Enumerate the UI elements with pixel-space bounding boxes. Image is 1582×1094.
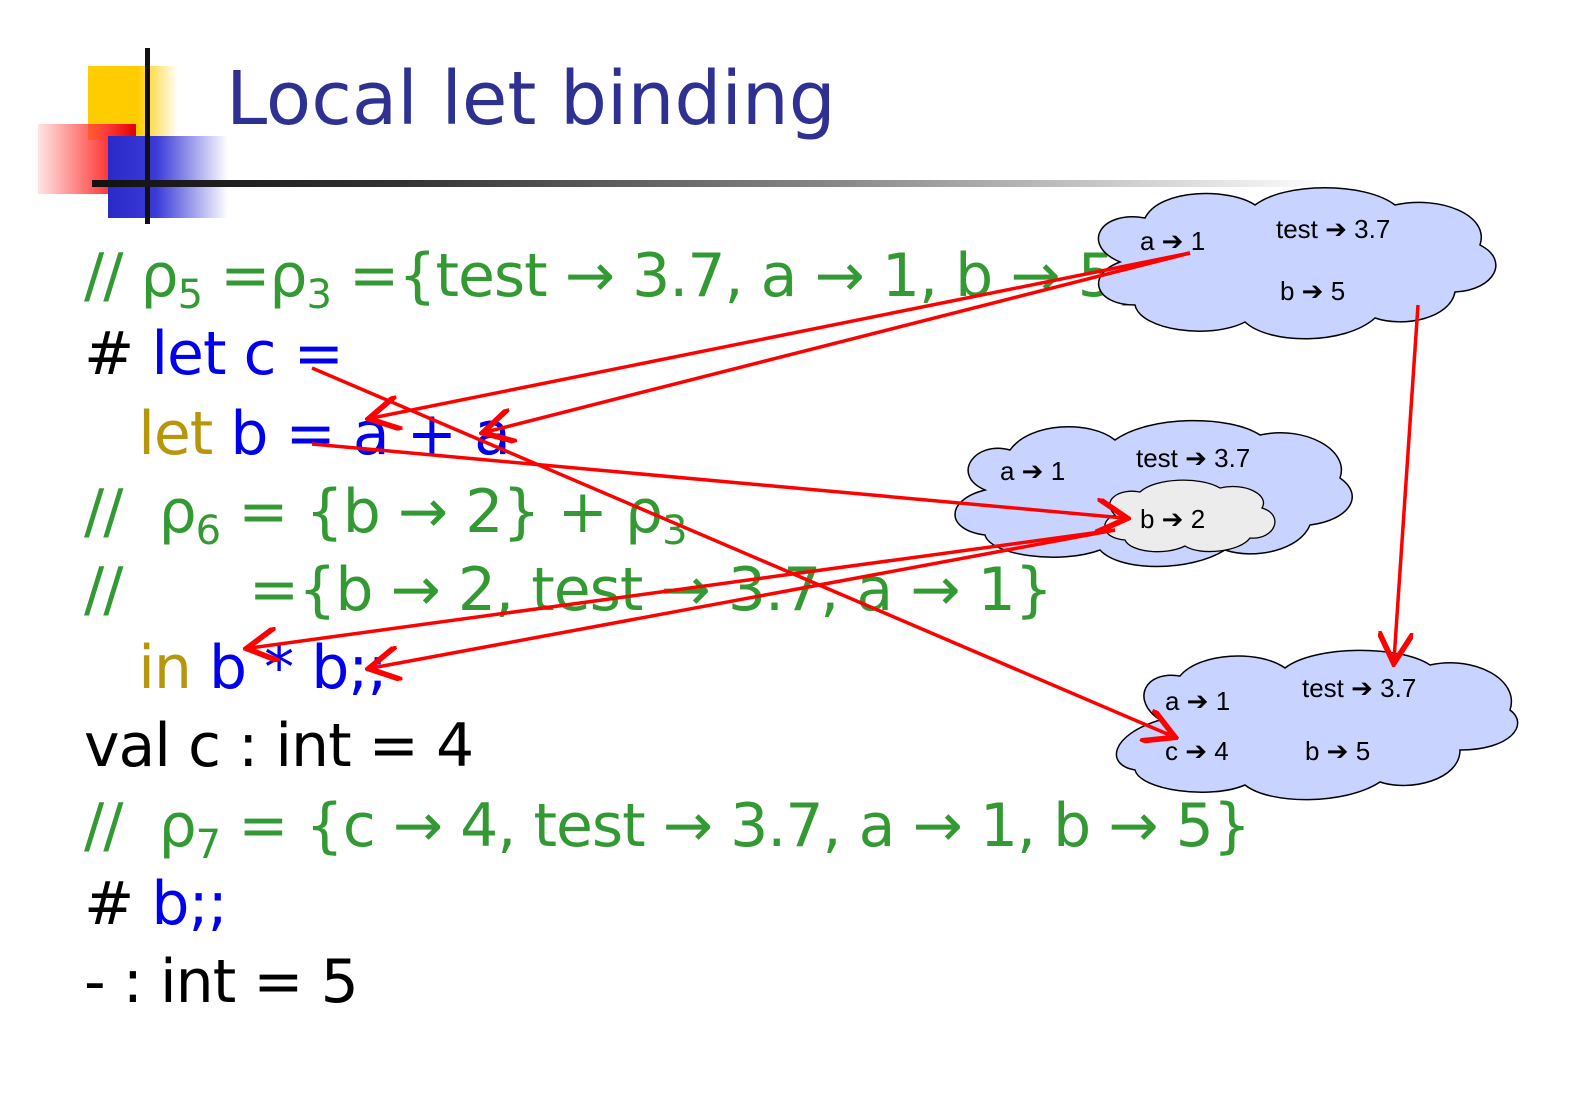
- env-cloud-3: a ➔ 1 test ➔ 3.7 c ➔ 4 b ➔ 5: [1115, 649, 1519, 801]
- env1-a-binding: a ➔ 1: [1140, 226, 1205, 256]
- environment-diagram: a ➔ 1 test ➔ 3.7 b ➔ 5 a ➔ 1 test ➔ 3.7 …: [0, 187, 1519, 801]
- env2-b-binding: b ➔ 2: [1140, 504, 1205, 534]
- arrow-a-to-second-a: [486, 251, 1191, 432]
- arrow-b-to-second-b: [372, 528, 1116, 668]
- env2-a-binding: a ➔ 1: [1000, 456, 1065, 486]
- env2-test-binding: test ➔ 3.7: [1136, 443, 1250, 473]
- env3-c-binding: c ➔ 4: [1165, 736, 1229, 766]
- arrow-env1-to-env3: [1394, 304, 1420, 660]
- env1-test-binding: test ➔ 3.7: [1276, 214, 1390, 244]
- env3-a-binding: a ➔ 1: [1165, 686, 1230, 716]
- env3-b-binding: b ➔ 5: [1305, 736, 1370, 766]
- env-cloud-1: a ➔ 1 test ➔ 3.7 b ➔ 5: [1097, 187, 1497, 340]
- arrow-b-to-first-b: [250, 528, 1116, 648]
- env1-b-binding: b ➔ 5: [1280, 276, 1345, 306]
- env3-test-binding: test ➔ 3.7: [1302, 673, 1416, 703]
- arrow-a-to-first-a: [372, 251, 1191, 418]
